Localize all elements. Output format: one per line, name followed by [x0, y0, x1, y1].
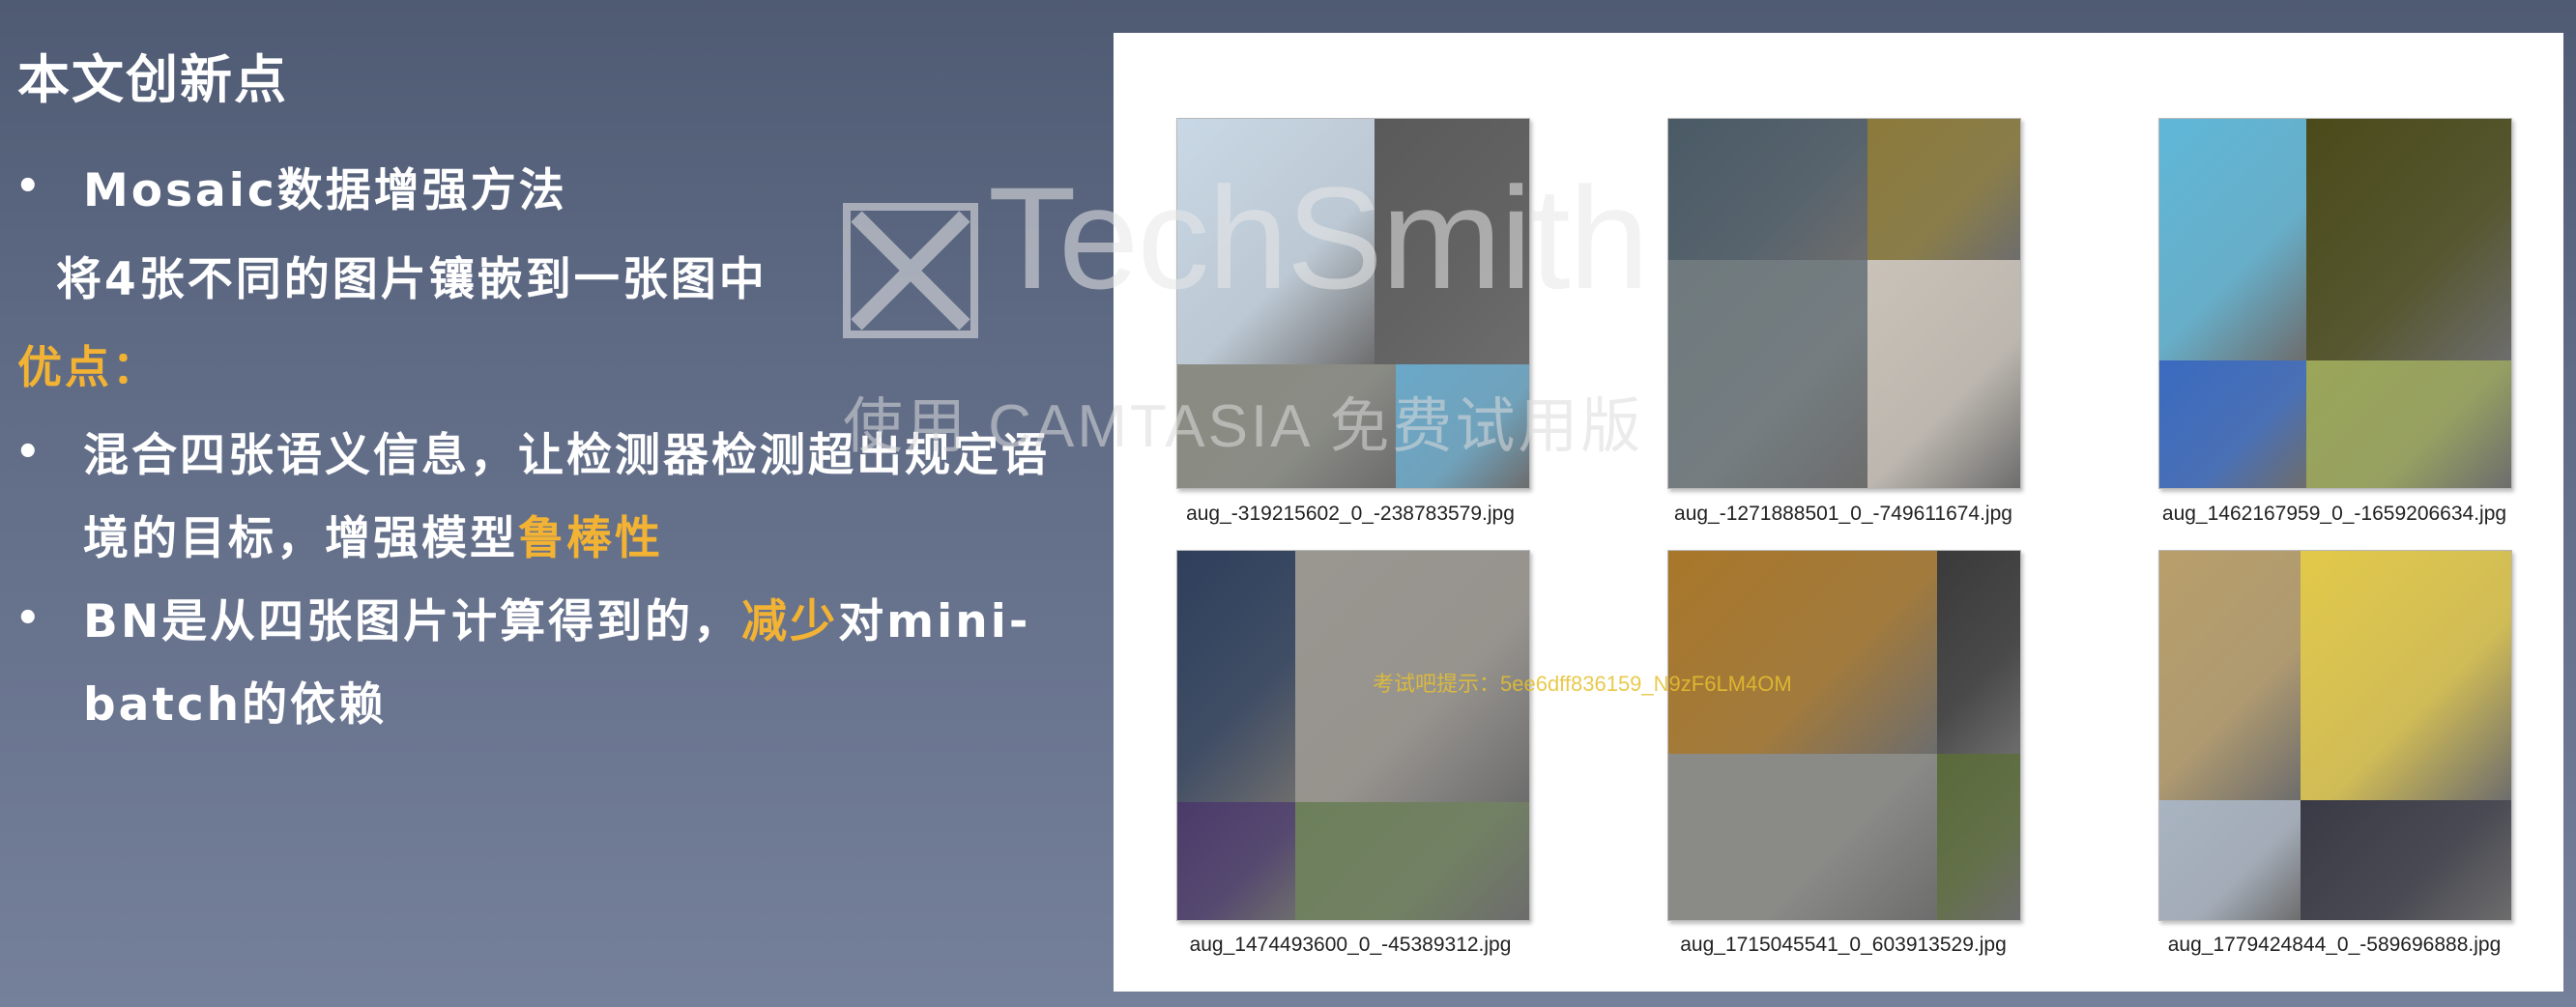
mosaic-tile	[1375, 119, 1529, 364]
image-caption: aug_1474493600_0_-45389312.jpg	[1189, 934, 1512, 956]
mosaic-tile	[1668, 119, 1867, 260]
bullet-dot: •	[15, 596, 41, 641]
mosaic-tile	[2306, 119, 2511, 360]
image-caption: aug_1462167959_0_-1659206634.jpg	[2161, 503, 2507, 525]
bullet-dot: •	[15, 430, 41, 475]
bullet-dot: •	[15, 164, 41, 209]
mosaic-tile	[2159, 360, 2306, 488]
mosaic-tile	[1937, 754, 2020, 920]
mosaic-tile	[1937, 551, 2020, 754]
image-caption: aug_1715045541_0_603913529.jpg	[1680, 934, 2007, 956]
watermark-id: 考试吧提示：5ee6dff836159_N9zF6LM4OM	[1373, 672, 1792, 696]
advantage2-line2: batch的依赖	[83, 678, 388, 732]
advantages-label: 优点：	[17, 341, 159, 393]
mosaic-image	[1176, 118, 1530, 489]
mosaic-image	[2158, 118, 2512, 489]
image-caption: aug_1779424844_0_-589696888.jpg	[2167, 934, 2502, 956]
slide-text-area: 本文创新点 • Mosaic数据增强方法 将4张不同的图片镶嵌到一张图中 优点：…	[0, 0, 1102, 1007]
advantage1-line2: 境的目标，增强模型鲁棒性	[83, 501, 663, 567]
mosaic-tile	[1668, 551, 1937, 754]
advantage2-text: BN是从四张图片计算得到的，	[83, 595, 742, 648]
bullet1-title: Mosaic数据增强方法	[83, 164, 567, 217]
mosaic-image	[1667, 118, 2021, 489]
mosaic-tile	[2159, 800, 2301, 920]
image-caption: aug_-1271888501_0_-749611674.jpg	[1674, 503, 2012, 525]
slide-title: 本文创新点	[17, 49, 288, 110]
advantage2-highlight: 减少	[741, 595, 839, 648]
mosaic-tile	[1668, 260, 1867, 488]
mosaic-tile	[1867, 260, 2020, 488]
mosaic-tile	[2306, 360, 2511, 488]
advantage1-line1: 混合四张语义信息，让检测器检测超出规定语	[83, 429, 1050, 482]
mosaic-tile	[1668, 754, 1937, 920]
mosaic-tile	[1177, 119, 1375, 364]
mosaic-tile	[1867, 119, 2020, 260]
advantage1-text: 境的目标，增强模型	[83, 512, 518, 565]
mosaic-tile	[2159, 551, 2301, 800]
mosaic-tile	[2301, 551, 2511, 800]
mosaic-image	[1176, 550, 1530, 921]
mosaic-tile	[1295, 802, 1529, 920]
advantage1-highlight: 鲁棒性	[518, 512, 663, 565]
mosaic-tile	[1177, 551, 1295, 802]
mosaic-tile	[1177, 802, 1295, 920]
mosaic-tile	[1396, 364, 1529, 488]
mosaic-examples-panel: aug_-319215602_0_-238783579.jpg aug_-127…	[1114, 33, 2563, 992]
mosaic-tile	[1177, 364, 1396, 488]
mosaic-tile	[2301, 800, 2511, 920]
mosaic-tile	[2159, 119, 2306, 360]
bullet1-description: 将4张不同的图片镶嵌到一张图中	[56, 253, 767, 306]
image-caption: aug_-319215602_0_-238783579.jpg	[1186, 503, 1515, 525]
mosaic-image	[1667, 550, 2021, 921]
mosaic-image	[2158, 550, 2512, 921]
advantage2-text-end: 对mini-	[838, 595, 1031, 648]
advantage2-line1: BN是从四张图片计算得到的，减少对mini-	[83, 584, 1030, 650]
